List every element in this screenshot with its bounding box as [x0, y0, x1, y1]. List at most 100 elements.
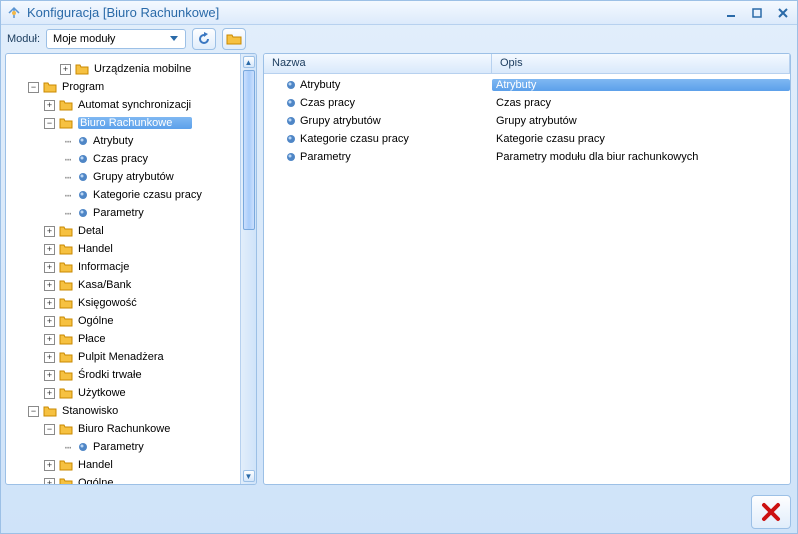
- col-header-name[interactable]: Nazwa: [264, 54, 492, 73]
- tree-node[interactable]: +Środki trwałe: [10, 366, 240, 384]
- list-body: AtrybutyAtrybutyCzas pracyCzas pracyGrup…: [264, 74, 790, 168]
- tree-node[interactable]: +Detal: [10, 222, 240, 240]
- item-icon: [78, 442, 88, 452]
- tree-node-label: Urządzenia mobilne: [94, 63, 191, 75]
- expand-icon[interactable]: +: [44, 244, 55, 255]
- tree-node[interactable]: + Urządzenia mobilne: [10, 60, 240, 78]
- tree-node[interactable]: +Użytkowe: [10, 384, 240, 402]
- tree-node[interactable]: ⋯Grupy atrybutów: [10, 168, 240, 186]
- expand-icon[interactable]: +: [44, 100, 55, 111]
- close-dialog-button[interactable]: [751, 495, 791, 529]
- tree-node[interactable]: +Automat synchronizacji: [10, 96, 240, 114]
- folder-icon: [59, 459, 73, 471]
- folder-icon: [59, 297, 73, 309]
- folder-icon: [75, 63, 89, 75]
- expand-icon[interactable]: +: [44, 370, 55, 381]
- maximize-button[interactable]: [749, 6, 765, 20]
- title-bar: Konfiguracja [Biuro Rachunkowe]: [1, 1, 797, 25]
- tree-node[interactable]: − Biuro Rachunkowe: [10, 420, 240, 438]
- expand-icon[interactable]: +: [44, 298, 55, 309]
- close-button[interactable]: [775, 6, 791, 20]
- tree-node[interactable]: ⋯Parametry: [10, 204, 240, 222]
- tree-node[interactable]: ⋯Czas pracy: [10, 150, 240, 168]
- tree-node[interactable]: ⋯Atrybuty: [10, 132, 240, 150]
- toolbar: Moduł: Moje moduły: [1, 25, 797, 53]
- config-tree[interactable]: + Urządzenia mobilne − Program +Automat sync…: [6, 54, 240, 484]
- expand-icon[interactable]: +: [44, 316, 55, 327]
- scroll-thumb[interactable]: [243, 70, 255, 230]
- tree-node[interactable]: ⋯Parametry: [10, 438, 240, 456]
- tree-scrollbar[interactable]: ▲ ▼: [240, 54, 256, 484]
- content-area: + Urządzenia mobilne − Program +Automat sync…: [1, 53, 797, 491]
- folder-button[interactable]: [222, 28, 246, 50]
- chevron-down-icon: [167, 36, 181, 42]
- list-row-desc: Parametry modułu dla biur rachunkowych: [492, 151, 790, 163]
- list-row[interactable]: Grupy atrybutówGrupy atrybutów: [264, 112, 790, 130]
- tree-node[interactable]: −Stanowisko: [10, 402, 240, 420]
- tree-node-label: Ogólne: [78, 315, 113, 327]
- item-icon: [286, 80, 296, 90]
- tree-node[interactable]: +Kasa/Bank: [10, 276, 240, 294]
- expand-icon[interactable]: +: [44, 262, 55, 273]
- tree-node[interactable]: +Płace: [10, 330, 240, 348]
- list-row-desc: Kategorie czasu pracy: [492, 133, 790, 145]
- folder-icon: [59, 315, 73, 327]
- minimize-button[interactable]: [723, 6, 739, 20]
- tree-node[interactable]: +Księgowość: [10, 294, 240, 312]
- item-icon: [286, 98, 296, 108]
- folder-icon: [59, 243, 73, 255]
- folder-icon: [59, 351, 73, 363]
- tree-node[interactable]: + Ogólne: [10, 312, 240, 330]
- scroll-up-icon[interactable]: ▲: [243, 56, 255, 68]
- item-icon: [286, 116, 296, 126]
- item-icon: [78, 172, 88, 182]
- tree-connector: ⋯: [60, 207, 76, 220]
- tree-node[interactable]: − Biuro Rachunkowe: [10, 114, 240, 132]
- tree-node[interactable]: + Handel: [10, 240, 240, 258]
- list-row[interactable]: Czas pracyCzas pracy: [264, 94, 790, 112]
- expand-icon[interactable]: +: [44, 478, 55, 485]
- collapse-icon[interactable]: −: [28, 406, 39, 417]
- expand-icon[interactable]: +: [44, 226, 55, 237]
- folder-icon: [59, 261, 73, 273]
- item-icon: [286, 152, 296, 162]
- list-row[interactable]: ParametryParametry modułu dla biur rachu…: [264, 148, 790, 166]
- collapse-icon[interactable]: −: [28, 82, 39, 93]
- collapse-icon[interactable]: −: [44, 118, 55, 129]
- expand-icon[interactable]: +: [44, 334, 55, 345]
- list-row[interactable]: Kategorie czasu pracyKategorie czasu pra…: [264, 130, 790, 148]
- tree-node-label: Czas pracy: [93, 153, 148, 165]
- tree-node[interactable]: +Ogólne: [10, 474, 240, 484]
- expand-icon[interactable]: +: [44, 388, 55, 399]
- tree-node-label: Kategorie czasu pracy: [93, 189, 202, 201]
- item-icon: [78, 136, 88, 146]
- tree-node-label: Handel: [78, 243, 113, 255]
- folder-icon: [59, 477, 73, 484]
- collapse-icon[interactable]: −: [44, 424, 55, 435]
- tree-node[interactable]: − Program: [10, 78, 240, 96]
- refresh-button[interactable]: [192, 28, 216, 50]
- tree-node[interactable]: +Informacje: [10, 258, 240, 276]
- tree-node-label: Program: [62, 81, 104, 93]
- list-row[interactable]: AtrybutyAtrybuty: [264, 76, 790, 94]
- tree-node-label: Pulpit Menadżera: [78, 351, 164, 363]
- tree-node[interactable]: ⋯Kategorie czasu pracy: [10, 186, 240, 204]
- module-combo-value: Moje moduły: [53, 33, 115, 45]
- expand-icon[interactable]: +: [44, 352, 55, 363]
- module-combo[interactable]: Moje moduły: [46, 29, 186, 49]
- tree-node[interactable]: + Pulpit Menadżera: [10, 348, 240, 366]
- folder-icon: [59, 99, 73, 111]
- tree-node-label: Biuro Rachunkowe: [78, 117, 192, 129]
- folder-icon: [59, 333, 73, 345]
- tree-node-label: Handel: [78, 459, 113, 471]
- footer: [1, 491, 797, 533]
- list-header: Nazwa Opis: [264, 54, 790, 74]
- expand-icon[interactable]: +: [60, 64, 71, 75]
- expand-icon[interactable]: +: [44, 460, 55, 471]
- tree-node-label: Biuro Rachunkowe: [78, 423, 170, 435]
- col-header-desc[interactable]: Opis: [492, 54, 790, 73]
- scroll-down-icon[interactable]: ▼: [243, 470, 255, 482]
- expand-icon[interactable]: +: [44, 280, 55, 291]
- tree-node[interactable]: + Handel: [10, 456, 240, 474]
- folder-icon: [59, 279, 73, 291]
